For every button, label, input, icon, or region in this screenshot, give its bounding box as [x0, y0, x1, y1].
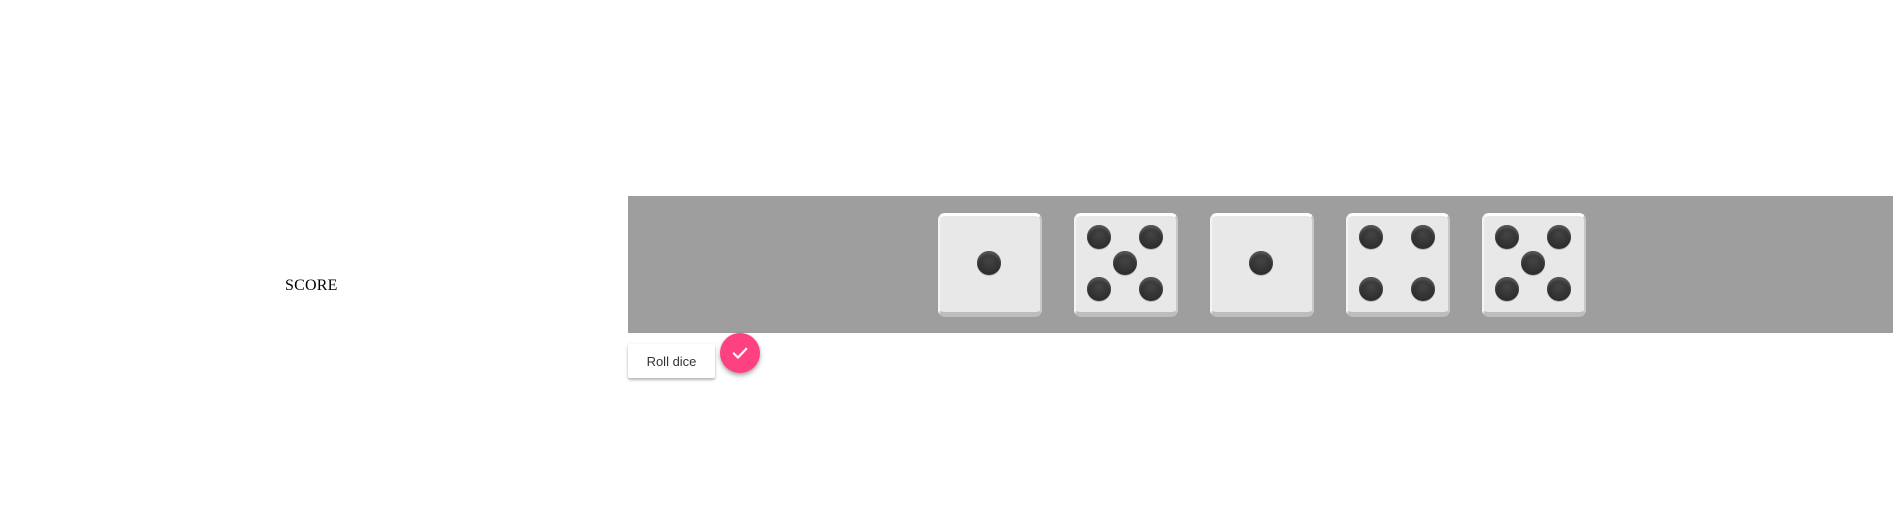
die-pip [1086, 277, 1111, 302]
die-3[interactable] [1210, 213, 1314, 317]
die-1[interactable] [938, 213, 1042, 317]
die-2[interactable] [1074, 213, 1178, 317]
die-5[interactable] [1482, 213, 1586, 317]
die-pip [1494, 224, 1519, 249]
confirm-button[interactable] [720, 333, 760, 373]
die-pip [1411, 277, 1436, 302]
score-label: SCORE [285, 277, 338, 294]
die-pip [1547, 277, 1572, 302]
die-pip [1547, 224, 1572, 249]
die-pip [1086, 224, 1111, 249]
die-pip [1521, 251, 1545, 275]
die-4[interactable] [1346, 213, 1450, 317]
die-pip [1113, 251, 1137, 275]
die-pip [1358, 277, 1383, 302]
die-pip [1358, 224, 1383, 249]
die-pip [1411, 224, 1436, 249]
die-pip [1139, 277, 1164, 302]
die-pip [1139, 224, 1164, 249]
check-icon [730, 343, 750, 363]
die-pip [1249, 251, 1273, 275]
game-page: SCORE Roll dice [0, 0, 1893, 525]
die-pip [977, 251, 1001, 275]
dice-tray [628, 196, 1893, 333]
die-pip [1494, 277, 1519, 302]
roll-dice-button[interactable]: Roll dice [628, 344, 715, 378]
